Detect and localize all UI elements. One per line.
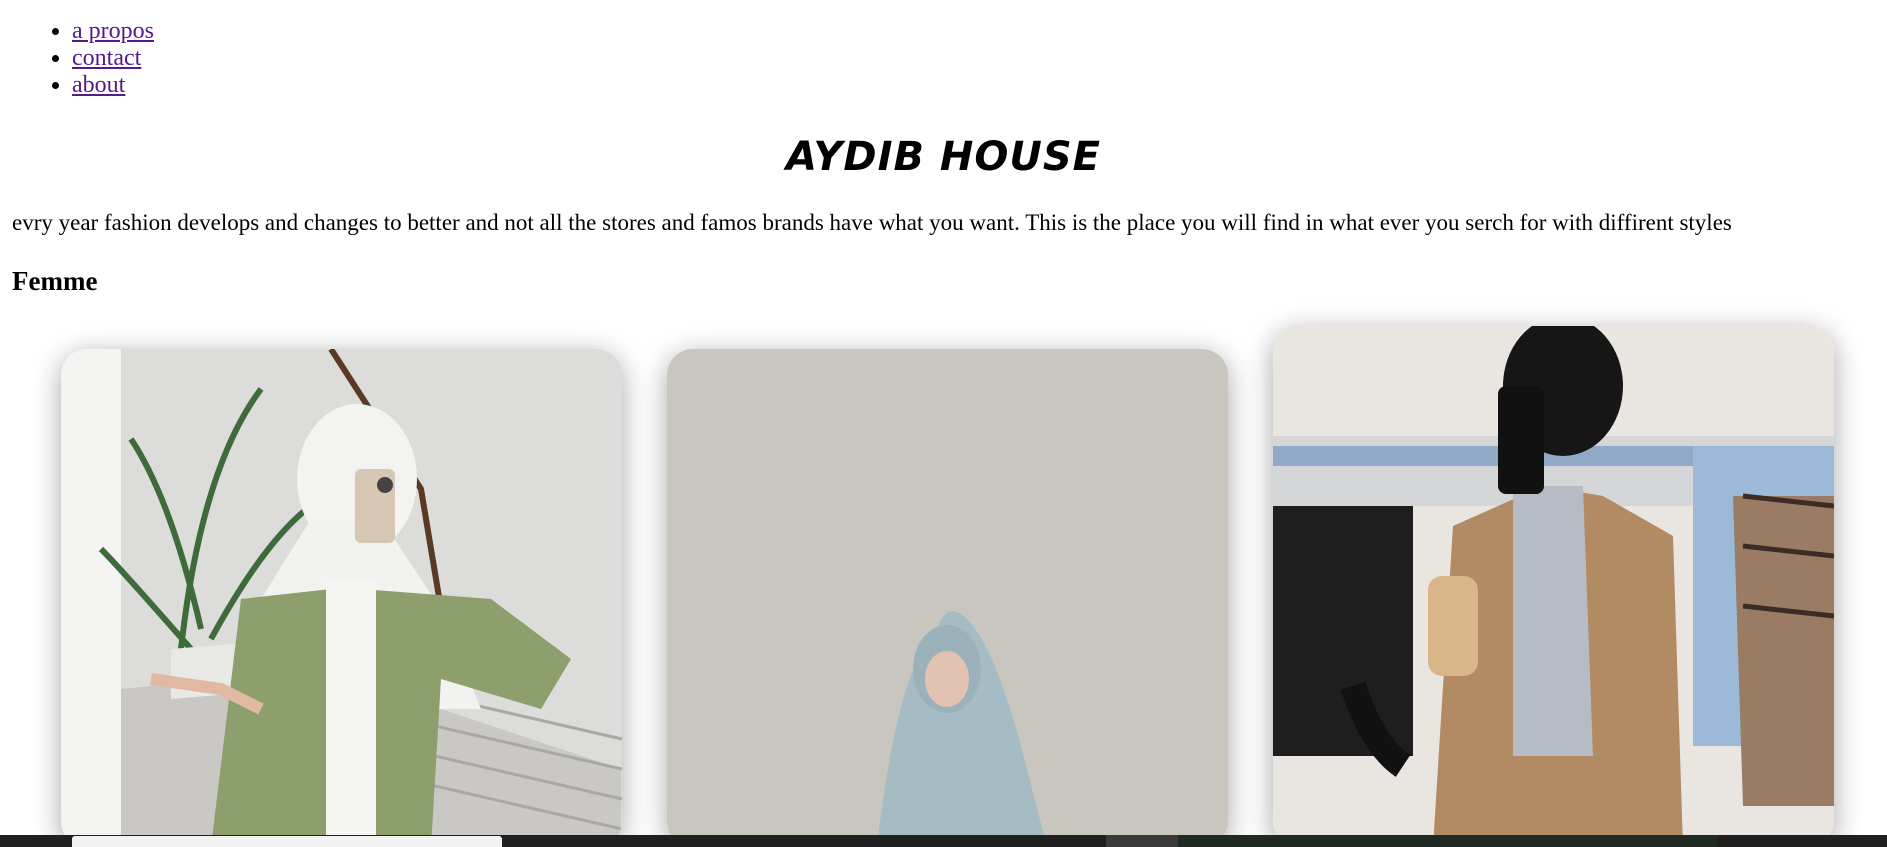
nav-item-contact: contact <box>72 45 154 72</box>
taskbar-active-app[interactable] <box>1106 835 1178 847</box>
nav-link-a-propos[interactable]: a propos <box>72 18 154 44</box>
page-title: AYDIB HOUSE <box>786 134 1101 180</box>
product-image <box>1273 326 1834 847</box>
product-card[interactable] <box>667 349 1228 847</box>
nav-item-a-propos: a propos <box>72 18 154 45</box>
product-card[interactable] <box>1273 326 1834 847</box>
product-card[interactable] <box>61 349 622 847</box>
intro-text: evry year fashion develops and changes t… <box>12 210 1732 235</box>
product-image <box>667 349 1228 847</box>
taskbar-panel <box>1178 835 1718 847</box>
section-heading: Femme <box>12 266 98 296</box>
taskbar-search-box[interactable] <box>72 836 502 847</box>
nav-list: a propos contact about <box>48 18 154 99</box>
product-image <box>61 349 622 847</box>
nav-item-about: about <box>72 72 154 99</box>
nav-link-about[interactable]: about <box>72 72 125 98</box>
taskbar <box>0 835 1887 847</box>
nav-link-contact[interactable]: contact <box>72 45 141 71</box>
